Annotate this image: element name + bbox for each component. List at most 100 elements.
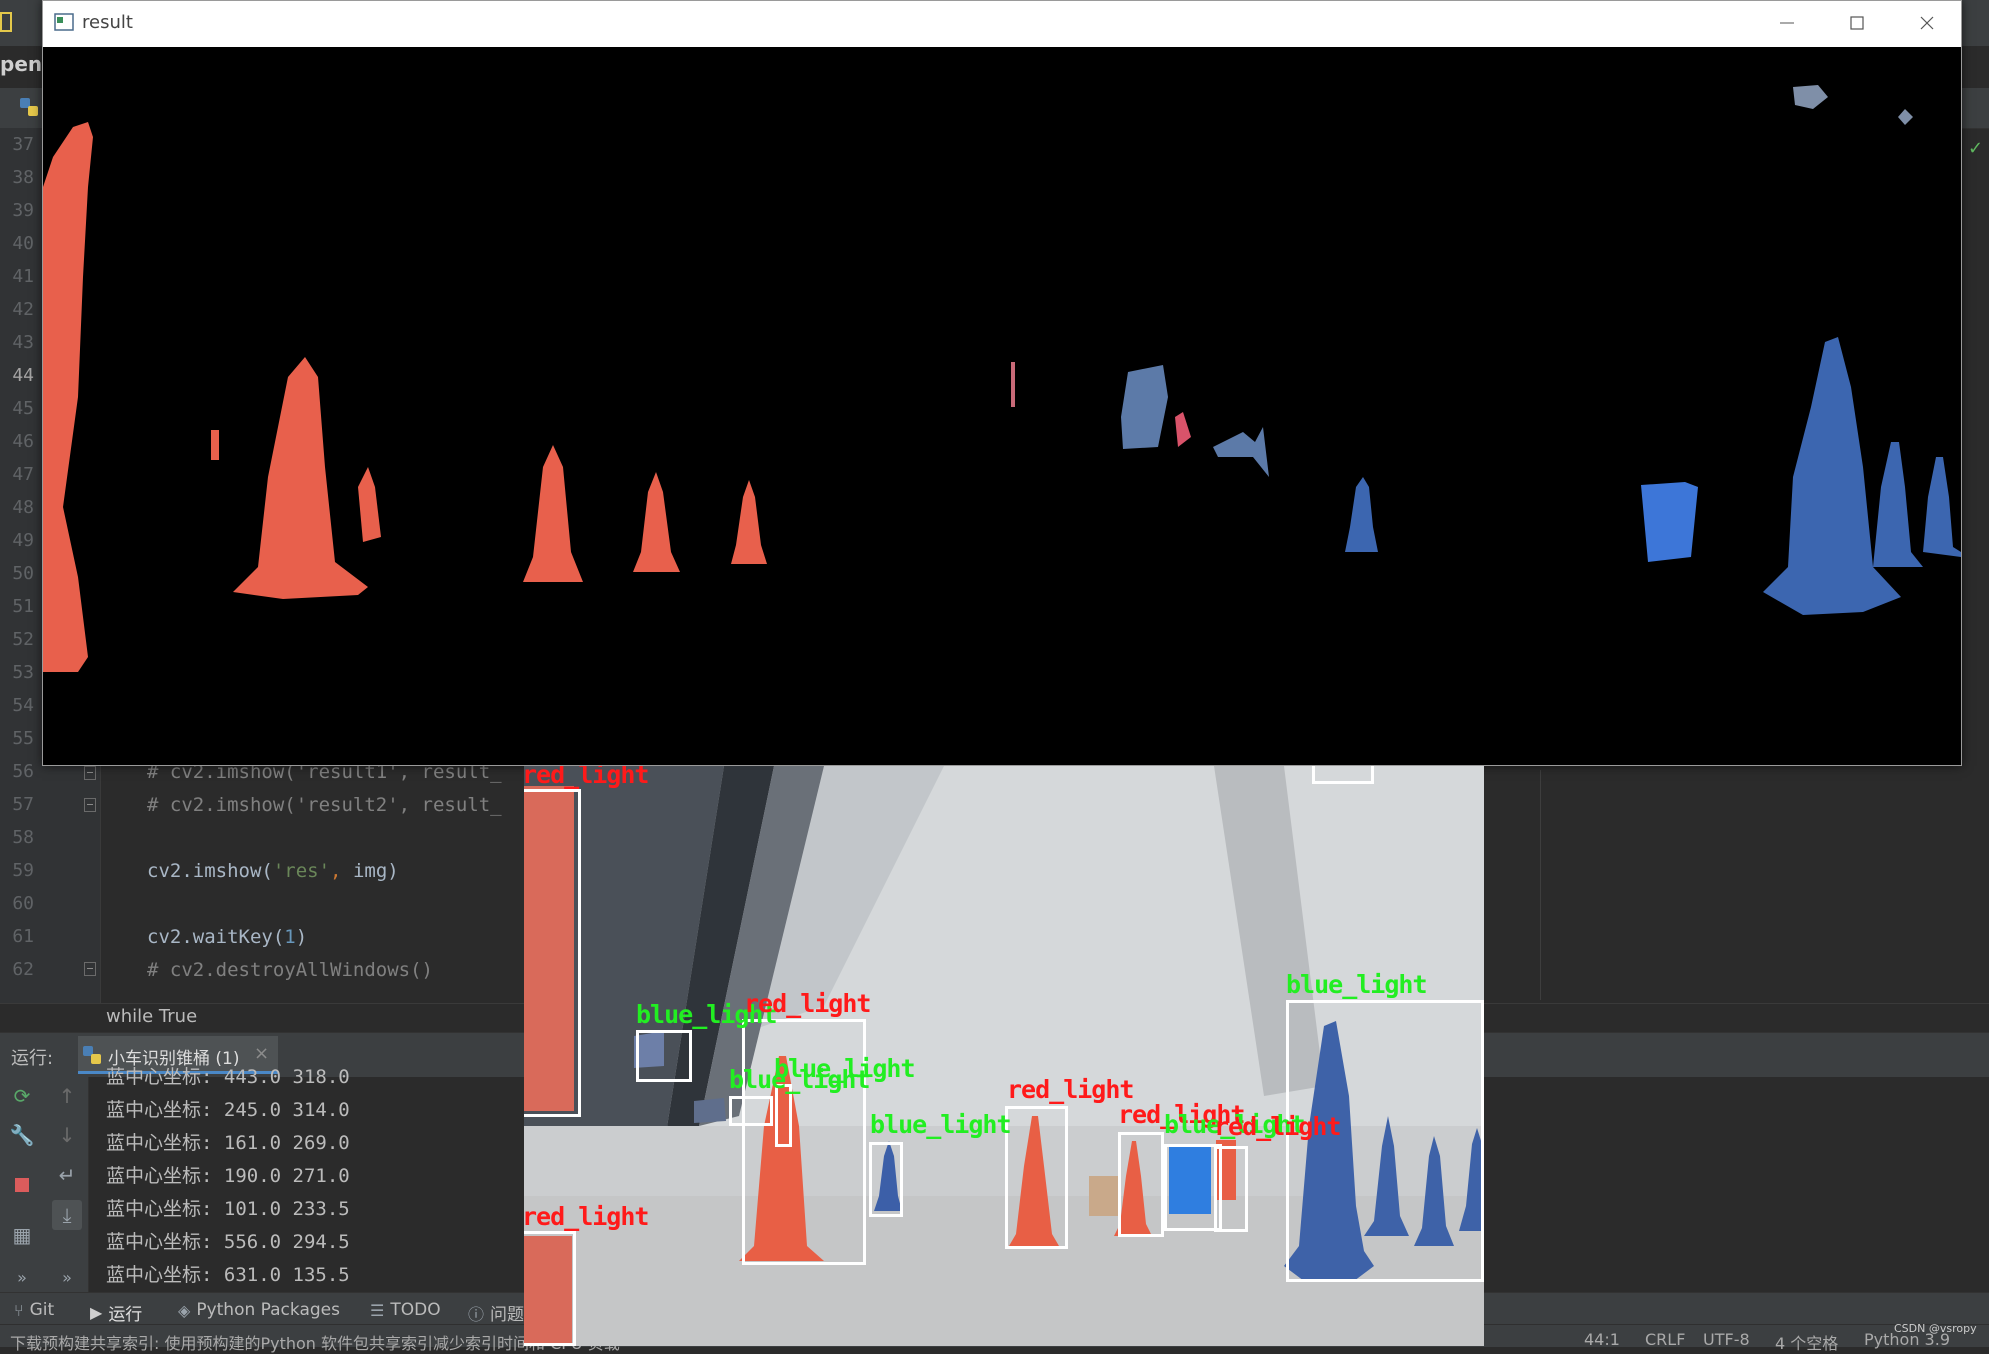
code-token: 1 [284,926,296,948]
ide-menu-icon[interactable] [0,12,12,32]
camera-image: red_light red_light blue_light red_light… [524,766,1484,1346]
line-number: 44 [12,365,34,386]
detection-box [1286,1000,1484,1282]
tool-tab-problems[interactable]: ⓘ 问题 [468,1300,525,1326]
more-icon[interactable]: » [9,1264,35,1290]
red-mask-region [1175,412,1191,447]
console-line: 蓝中心坐标: 443.0 318.0 [106,1066,350,1088]
line-number: 49 [12,530,34,551]
close-icon [1920,16,1934,30]
detection-box [524,789,581,1117]
detection-label: blue_light [1286,970,1428,999]
line-number: 46 [12,431,34,452]
mask-image [43,47,1961,765]
detection-box [869,1142,903,1217]
line-number: 62 [12,959,34,980]
console-line: 蓝中心坐标: 631.0 135.5 [106,1264,350,1286]
line-number: 60 [12,893,34,914]
line-number: 47 [12,464,34,485]
code-line-61[interactable]: cv2.waitKey(1) [147,926,307,948]
blue-cone-mask [1923,457,1961,557]
breadcrumb[interactable]: while True [106,1006,197,1027]
check-icon: ✓ [1968,138,1984,159]
fold-marker[interactable] [84,798,96,812]
console-line: 蓝中心坐标: 556.0 294.5 [106,1231,350,1253]
code-line-62[interactable]: # cv2.destroyAllWindows() [147,959,433,981]
detection-label: red_light [524,1202,649,1231]
wrench-icon[interactable]: 🔧 [9,1122,35,1148]
minimize-icon [1780,22,1794,24]
info-icon: ⓘ [468,1304,485,1324]
line-number: 40 [12,233,34,254]
red-speck [211,430,219,460]
blue-mask-region [1213,427,1269,477]
caret-position[interactable]: 44:1 [1584,1330,1620,1349]
detection-box [524,1231,576,1346]
layers-icon: ◈ [178,1300,191,1320]
red-speck [1011,362,1015,407]
window-app-icon [54,13,74,31]
console-line: 蓝中心坐标: 101.0 233.5 [106,1198,350,1220]
minimize-button[interactable] [1759,6,1815,40]
console-line: 蓝中心坐标: 161.0 269.0 [106,1132,350,1154]
more-icon[interactable]: » [54,1264,80,1290]
fold-marker[interactable] [84,766,96,780]
right-margin-guide [1540,770,1541,1000]
line-number: 51 [12,596,34,617]
line-number: 48 [12,497,34,518]
red-cone-mask [731,480,767,564]
tool-tab-label: Git [29,1300,55,1320]
stop-icon[interactable] [9,1172,35,1198]
code-line-57[interactable]: # cv2.imshow('result2', result_ [147,794,502,816]
red-cone-mask [233,357,368,599]
tool-tab-label: Python Packages [196,1300,340,1320]
rerun-icon[interactable]: ⟳ [9,1083,35,1109]
line-number: 61 [12,926,34,947]
tool-tab-label: 问题 [490,1305,525,1325]
git-branch-icon: ⑂ [14,1300,24,1320]
detection-box [636,1030,692,1082]
indent-setting[interactable]: 4 个空格 [1775,1330,1838,1354]
arrow-up-icon[interactable]: ↑ [54,1083,80,1109]
code-token: img) [352,860,399,882]
line-number: 42 [12,299,34,320]
code-token: cv2.waitKey( [147,926,285,948]
line-number: 57 [12,794,34,815]
line-number: 43 [12,332,34,353]
tool-tab-git[interactable]: ⑂ Git [14,1300,54,1320]
detection-label: red_light [524,766,649,789]
layout-icon[interactable]: ▦ [9,1222,35,1248]
line-separator[interactable]: CRLF [1645,1330,1685,1349]
tool-tab-python-packages[interactable]: ◈ Python Packages [178,1300,340,1320]
csdn-watermark: CSDN @vsropy [1894,1322,1977,1335]
red-mask-region [43,122,93,672]
result-window-titlebar[interactable] [43,1,1961,47]
line-number: 53 [12,662,34,683]
maximize-icon [1850,16,1864,30]
close-icon[interactable]: × [254,1043,269,1064]
console-line: 蓝中心坐标: 245.0 314.0 [106,1099,350,1121]
soft-wrap-icon[interactable]: ↵ [54,1162,80,1188]
code-line-59[interactable]: cv2.imshow('res', img) [147,860,399,882]
file-encoding[interactable]: UTF-8 [1703,1330,1750,1349]
blue-speck [1793,85,1828,109]
arrow-down-icon[interactable]: ↓ [54,1122,80,1148]
blue-cone-mask [1763,337,1901,615]
console-line: 蓝中心坐标: 190.0 271.0 [106,1165,350,1187]
maximize-button[interactable] [1829,6,1885,40]
line-number: 54 [12,695,34,716]
detection-box [729,1096,773,1126]
line-number: 50 [12,563,34,584]
tool-tab-label: TODO [390,1300,441,1320]
scroll-to-end-icon[interactable]: ⤓ [52,1200,82,1230]
line-number: 41 [12,266,34,287]
fold-marker[interactable] [84,962,96,976]
line-number: 38 [12,167,34,188]
tool-tab-run[interactable]: ▶ 运行 [90,1300,142,1325]
python-file-icon[interactable] [18,96,40,118]
close-button[interactable] [1899,6,1955,40]
line-number: 37 [12,134,34,155]
tool-tab-todo[interactable]: ☰ TODO [370,1300,441,1320]
line-number: 56 [12,761,34,782]
red-cone-mask [633,472,680,572]
